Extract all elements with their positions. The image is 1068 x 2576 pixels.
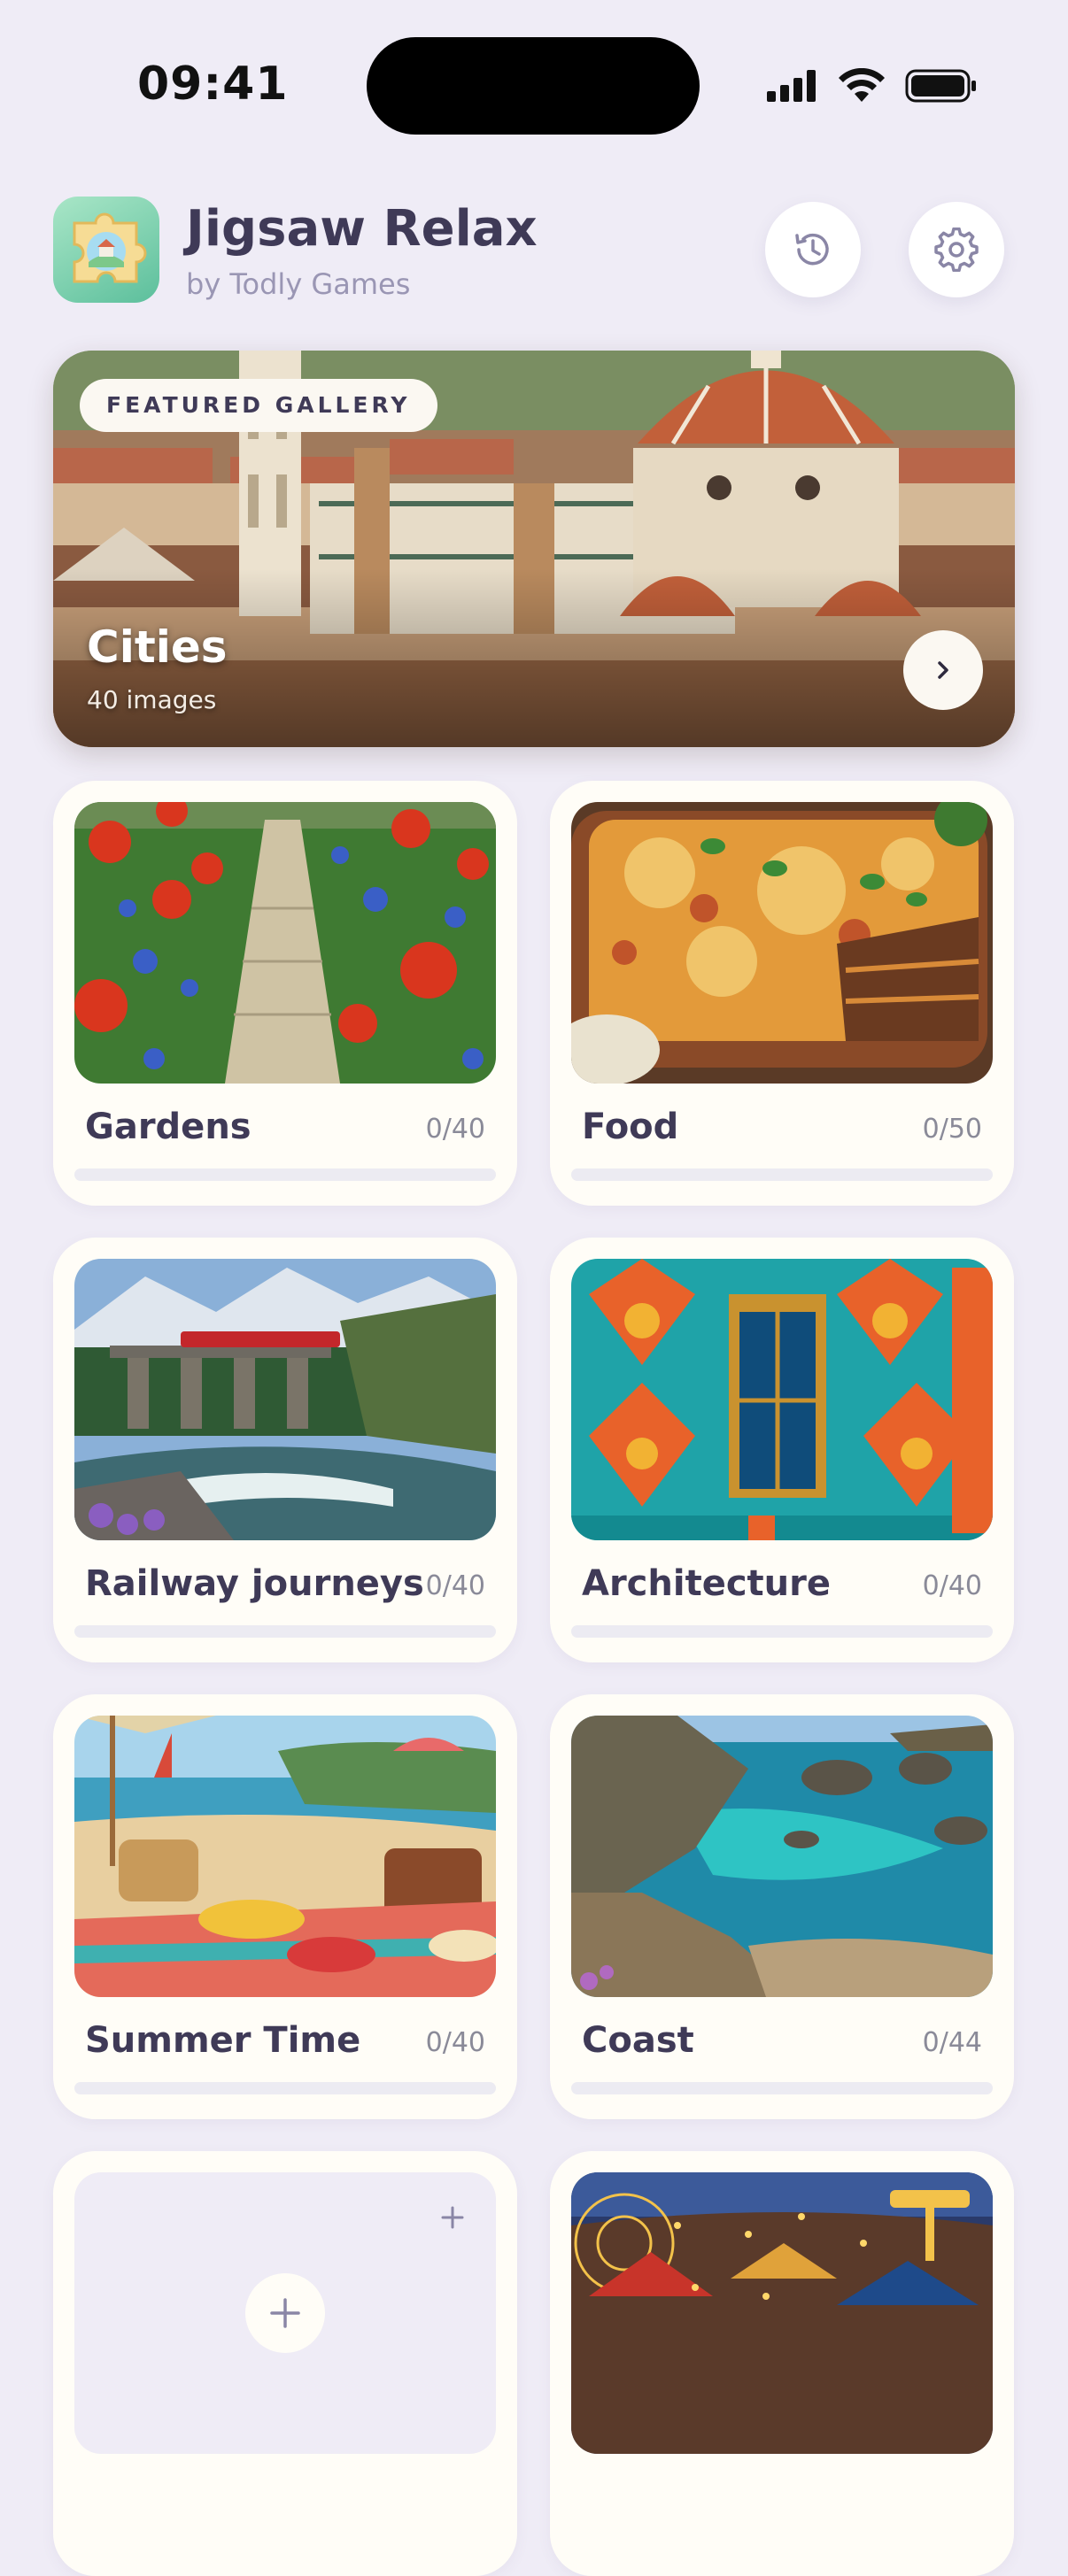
featured-badge: FEATURED GALLERY [80,379,437,432]
gallery-progress-bar [74,1625,496,1638]
chevron-right-icon [938,661,948,679]
create-gallery-card[interactable] [53,2151,517,2576]
status-icons [765,64,978,108]
gallery-progress-text: 0/44 [922,2027,982,2058]
small-plus-icon [441,2206,464,2229]
gallery-thumbnail [74,802,496,1084]
gallery-card-coast[interactable]: Coast 0/44 [550,1694,1014,2119]
gallery-thumbnail [571,1259,993,1540]
add-gallery-button[interactable] [245,2273,325,2353]
gallery-progress-text: 0/40 [922,1570,982,1601]
app-header: Jigsaw Relax by Todly Games [53,197,1015,303]
gallery-name: Summer Time [85,2020,361,2061]
gallery-progress-bar [571,2082,993,2094]
create-gallery-thumbnail [74,2172,496,2454]
gallery-progress-text: 0/40 [425,1570,485,1601]
gallery-card-summer-time[interactable]: Summer Time 0/40 [53,1694,517,2119]
gallery-card-architecture[interactable]: Architecture 0/40 [550,1238,1014,1662]
dynamic-island [367,37,700,135]
gallery-progress-bar [74,2082,496,2094]
wifi-icon [839,68,885,102]
gallery-card-carnival[interactable] [550,2151,1014,2576]
featured-title: Cities [87,621,228,673]
cellular-signal-icon [767,70,816,102]
featured-open-button[interactable] [903,630,983,710]
gallery-thumbnail [74,1716,496,1997]
gallery-progress-text: 0/50 [922,1114,982,1145]
gallery-progress-bar [571,1625,993,1638]
gallery-name: Coast [582,2020,694,2061]
gallery-name: Food [582,1107,679,1147]
gallery-progress-text: 0/40 [425,2027,485,2058]
gallery-card-food[interactable]: Food 0/50 [550,781,1014,1206]
history-icon [795,233,829,266]
status-bar: 09:41 [0,0,1068,168]
gallery-card-gardens[interactable]: Gardens 0/40 [53,781,517,1206]
gallery-thumbnail [571,802,993,1084]
featured-gallery-card[interactable]: FEATURED GALLERY Cities 40 images [53,351,1015,747]
gallery-progress-text: 0/40 [425,1114,485,1145]
gallery-thumbnail [571,1716,993,1997]
plus-icon [270,2298,300,2328]
gallery-progress-bar [74,1168,496,1181]
gallery-name: Railway journeys [85,1563,424,1604]
battery-icon [905,69,976,103]
app-subtitle: by Todly Games [186,267,411,301]
gallery-thumbnail [74,1259,496,1540]
gallery-card-railway-journeys[interactable]: Railway journeys 0/40 [53,1238,517,1662]
gallery-progress-bar [571,1168,993,1181]
settings-button[interactable] [909,202,1004,297]
history-button[interactable] [765,202,861,297]
gallery-thumbnail [571,2172,993,2454]
gallery-name: Gardens [85,1107,252,1147]
featured-image-count: 40 images [87,685,217,714]
app-title: Jigsaw Relax [186,200,538,258]
gallery-name: Architecture [582,1563,831,1604]
app-logo [53,197,159,303]
status-time: 09:41 [137,58,289,111]
gear-icon [934,228,979,272]
